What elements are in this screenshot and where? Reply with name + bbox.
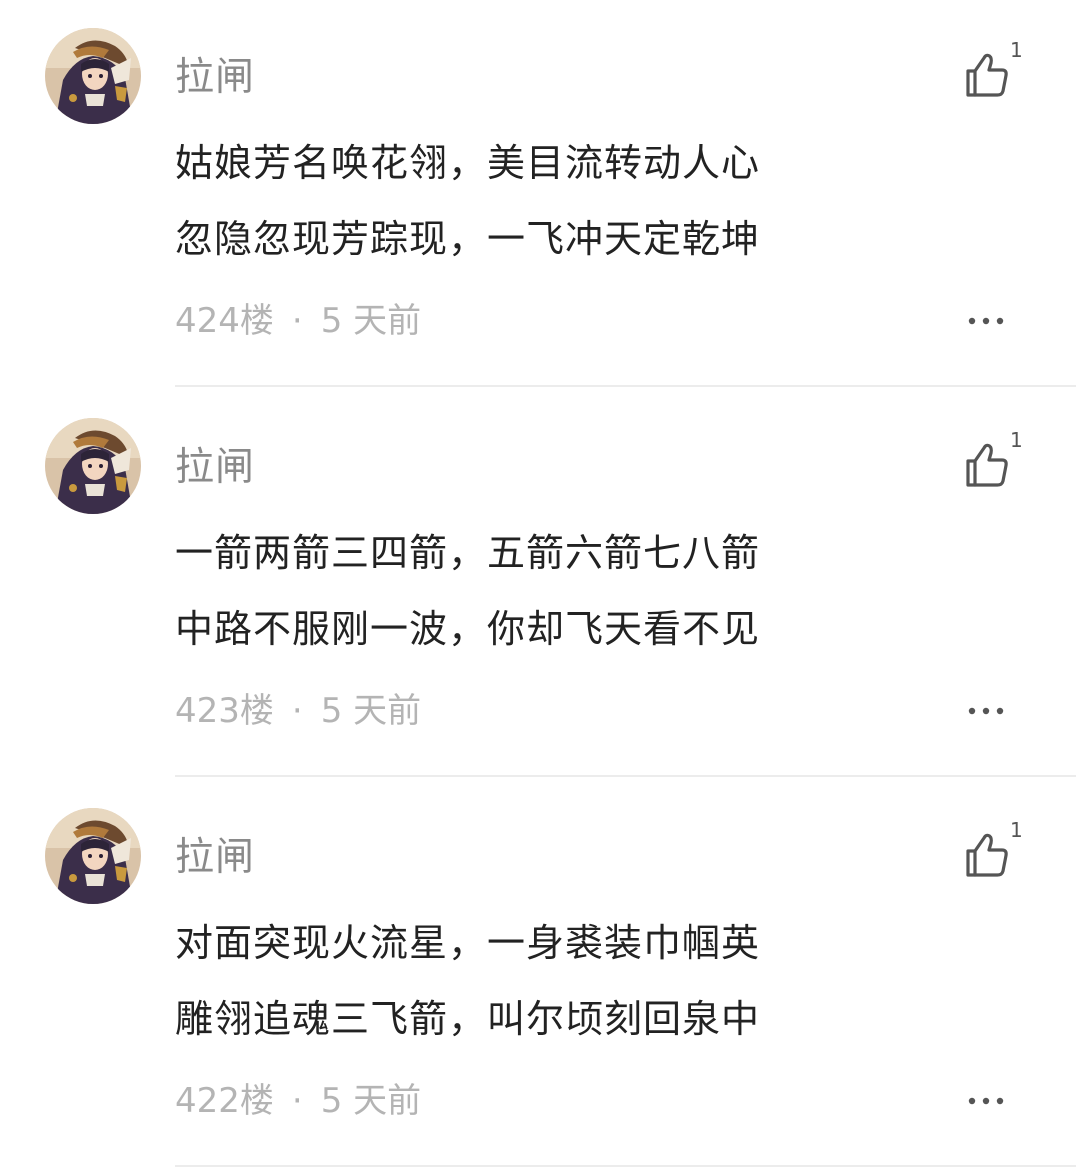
comment-line: 忽隐忽现芳踪现，一飞冲天定乾坤 — [175, 217, 761, 261]
username[interactable]: 拉闸 — [175, 50, 255, 106]
meta-separator: · — [291, 1081, 303, 1121]
meta-separator: · — [291, 691, 303, 731]
username[interactable]: 拉闸 — [175, 830, 255, 886]
like-count: 1 — [1010, 818, 1023, 842]
comment-text: 对面突现火流星，一身裘装巾帼英 雕翎追魂三飞箭，叫尔顷刻回泉中 — [175, 914, 935, 1066]
comment-meta: 423楼 · 5 天前 — [175, 684, 421, 738]
comment-line: 姑娘芳名唤花翎，美目流转动人心 — [175, 141, 761, 185]
avatar-image — [45, 28, 141, 124]
timestamp: 5 天前 — [320, 301, 422, 341]
comment-text: 姑娘芳名唤花翎，美目流转动人心 忽隐忽现芳踪现，一飞冲天定乾坤 — [175, 134, 935, 286]
divider — [175, 1165, 1076, 1167]
more-button[interactable] — [962, 305, 1012, 335]
more-button[interactable] — [962, 1085, 1012, 1115]
timestamp: 5 天前 — [320, 1081, 422, 1121]
comment-line: 中路不服刚一波，你却飞天看不见 — [175, 607, 761, 651]
more-dots-icon — [968, 317, 1004, 325]
like-count: 1 — [1010, 38, 1023, 62]
thumbs-up-icon — [966, 53, 1008, 97]
timestamp: 5 天前 — [320, 691, 422, 731]
like-button[interactable] — [962, 50, 1014, 100]
floor-number: 422楼 — [175, 1081, 274, 1121]
comment-text: 一箭两箭三四箭，五箭六箭七八箭 中路不服刚一波，你却飞天看不见 — [175, 524, 935, 676]
comment-line: 对面突现火流星，一身裘装巾帼英 — [175, 921, 761, 965]
comment-meta: 424楼 · 5 天前 — [175, 294, 421, 348]
comment-item: 拉闸 1 对面突现火流星，一身裘装巾帼英 雕翎追魂三飞箭，叫尔顷刻回泉中 422… — [0, 780, 1076, 1170]
comment-meta: 422楼 · 5 天前 — [175, 1074, 421, 1128]
floor-number: 424楼 — [175, 301, 274, 341]
comment-line: 雕翎追魂三飞箭，叫尔顷刻回泉中 — [175, 997, 761, 1041]
avatar[interactable] — [45, 808, 141, 904]
comment-item: 拉闸 1 一箭两箭三四箭，五箭六箭七八箭 中路不服刚一波，你却飞天看不见 423… — [0, 390, 1076, 780]
floor-number: 423楼 — [175, 691, 274, 731]
avatar[interactable] — [45, 418, 141, 514]
thumbs-up-icon — [966, 443, 1008, 487]
avatar-image — [45, 418, 141, 514]
avatar-image — [45, 808, 141, 904]
meta-separator: · — [291, 301, 303, 341]
like-button[interactable] — [962, 830, 1014, 880]
comment-line: 一箭两箭三四箭，五箭六箭七八箭 — [175, 531, 761, 575]
more-dots-icon — [968, 707, 1004, 715]
divider — [175, 775, 1076, 777]
like-button[interactable] — [962, 440, 1014, 490]
like-count: 1 — [1010, 428, 1023, 452]
username[interactable]: 拉闸 — [175, 440, 255, 496]
comment-item: 拉闸 1 姑娘芳名唤花翎，美目流转动人心 忽隐忽现芳踪现，一飞冲天定乾坤 424… — [0, 0, 1076, 390]
more-dots-icon — [968, 1097, 1004, 1105]
avatar[interactable] — [45, 28, 141, 124]
divider — [175, 385, 1076, 387]
thumbs-up-icon — [966, 833, 1008, 877]
more-button[interactable] — [962, 695, 1012, 725]
